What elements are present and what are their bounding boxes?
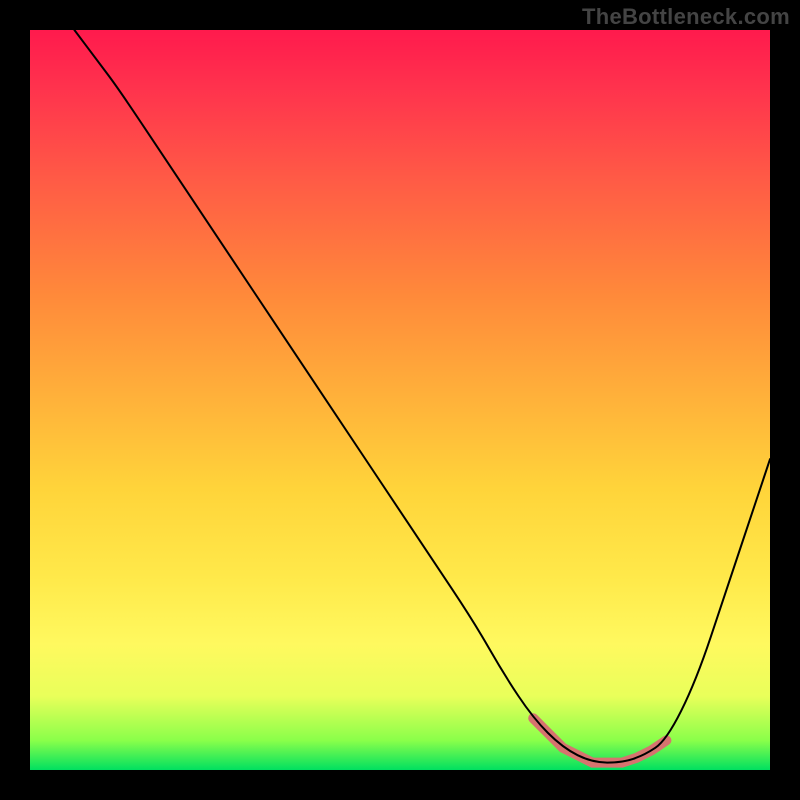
- bottleneck-curve: [74, 30, 770, 763]
- optimal-region-highlight: [533, 718, 666, 762]
- plot-area: [30, 30, 770, 770]
- bottleneck-curve-svg: [30, 30, 770, 770]
- watermark-label: TheBottleneck.com: [582, 4, 790, 30]
- chart-frame: TheBottleneck.com: [0, 0, 800, 800]
